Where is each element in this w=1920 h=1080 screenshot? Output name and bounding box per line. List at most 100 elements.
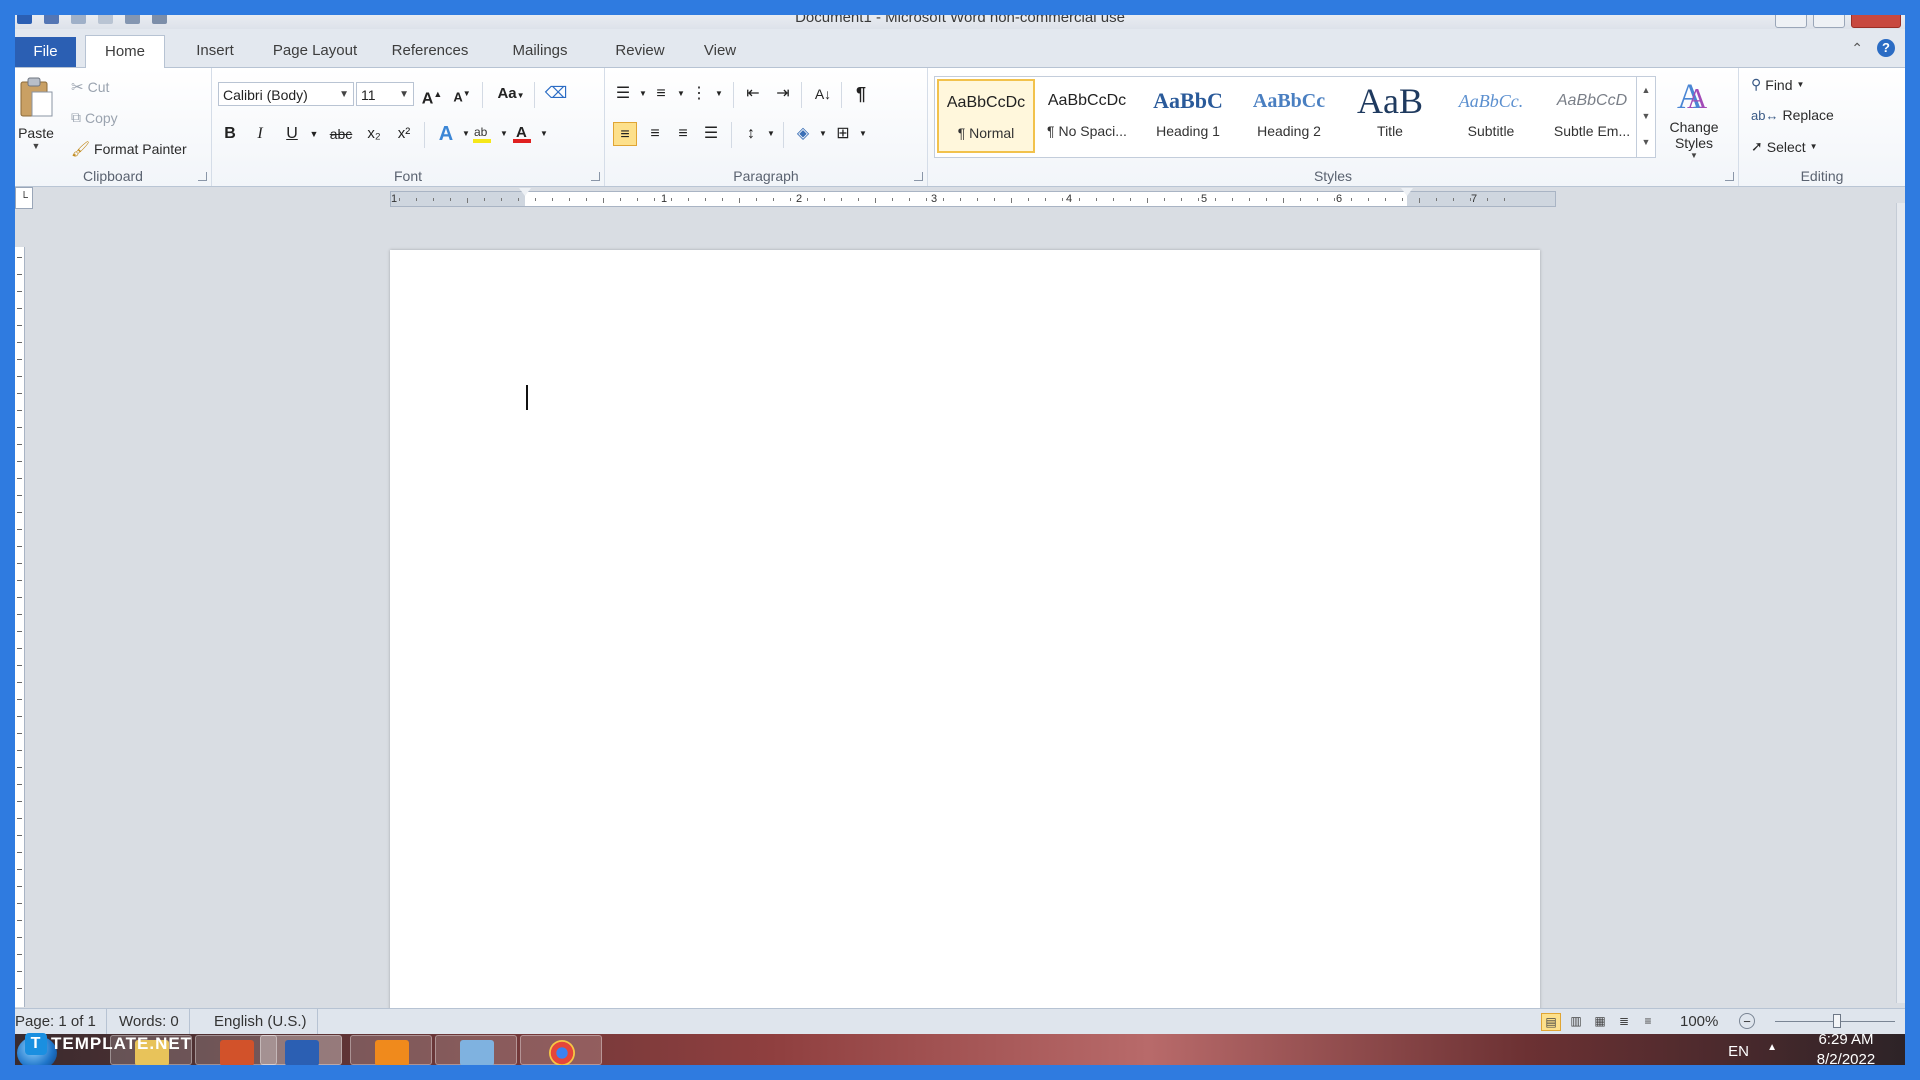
style-normal[interactable]: AaBbCcDc ¶ Normal [937,79,1035,153]
clock-time[interactable]: 6:29 AM [1801,1031,1891,1048]
align-left-icon[interactable]: ≡ [613,122,637,146]
close-button[interactable] [1851,15,1901,28]
change-case-button[interactable]: Aa▼ [492,82,530,106]
zoom-out-icon[interactable]: − [1739,1013,1755,1029]
decrease-indent-icon[interactable]: ⇤ [741,82,765,106]
language-tray[interactable]: EN [1728,1043,1749,1060]
style-title[interactable]: AaB Title [1341,79,1439,153]
format-painter-button[interactable]: 🖌 Format Painter [71,140,187,158]
clipboard-dialog-launcher[interactable] [198,172,207,181]
document-page[interactable] [390,250,1540,1010]
superscript-button[interactable]: x² [392,122,416,146]
show-formatting-marks-button[interactable]: ¶ [849,82,873,106]
maximize-button[interactable] [1813,15,1845,28]
tab-page-layout[interactable]: Page Layout [260,35,370,67]
minimize-button[interactable] [1775,15,1807,28]
scroll-down-icon[interactable]: ▼ [1637,103,1655,129]
font-color-dropdown-icon[interactable]: ▼ [532,122,556,146]
tab-selector[interactable]: └ [15,187,33,209]
font-size-select[interactable]: 11 ▼ [356,82,414,106]
align-right-icon[interactable]: ≡ [671,122,695,146]
select-label: Select [1766,138,1806,155]
style-heading-2[interactable]: AaBbCc Heading 2 [1240,79,1338,153]
minimize-ribbon-icon[interactable]: ⌃ [1851,40,1863,57]
tab-review[interactable]: Review [600,35,680,67]
cut-button[interactable]: ✂ Cut [71,78,109,96]
vertical-ruler-tick [17,920,22,921]
tab-file[interactable]: File [15,37,76,67]
style-subtitle[interactable]: AaBbCc. Subtitle [1442,79,1540,153]
vertical-ruler-tick [17,478,22,479]
tab-home[interactable]: Home [85,35,165,69]
chevron-down-icon: ▼ [339,89,349,100]
web-layout-icon[interactable]: ▦ [1591,1013,1609,1029]
align-center-icon[interactable]: ≡ [643,122,667,146]
language-indicator[interactable]: English (U.S.) [204,1009,318,1035]
taskbar-chrome[interactable] [520,1035,602,1065]
select-button[interactable]: ➚ Select ▼ [1751,138,1818,155]
separator [783,122,784,148]
horizontal-ruler[interactable]: 1 1 2 3 4 5 6 7 [390,188,1556,207]
print-layout-view-icon[interactable]: ▤ [1541,1013,1561,1031]
template-watermark: T TEMPLATE.NET [25,1033,192,1055]
subscript-button[interactable]: x₂ [362,122,386,146]
grow-font-button[interactable]: A▲ [420,82,444,107]
vertical-ruler-tick [17,682,22,683]
font-family-select[interactable]: Calibri (Body) ▼ [218,82,354,106]
taskbar-paint[interactable] [435,1035,517,1065]
styles-dialog-launcher[interactable] [1725,172,1734,181]
horizontal-ruler-area: └ 1 1 2 3 4 5 6 7 [15,187,1905,219]
replace-button[interactable]: ab↔ Replace [1751,107,1834,123]
zoom-level[interactable]: 100% [1680,1009,1718,1035]
first-line-indent-marker[interactable] [519,188,531,196]
style-subtle-emphasis[interactable]: AaBbCcD Subtle Em... [1543,79,1641,153]
paste-dropdown-icon[interactable]: ▼ [15,141,57,151]
tab-mailings[interactable]: Mailings [495,35,585,67]
increase-indent-icon[interactable]: ⇥ [771,82,795,106]
vertical-scrollbar[interactable] [1896,203,1905,1003]
borders-dropdown-icon[interactable]: ▼ [851,122,875,146]
find-button[interactable]: ⚲ Find ▼ [1751,76,1804,93]
paste-button[interactable]: Paste ▼ [15,76,57,162]
sort-icon[interactable]: A↓ [811,82,835,106]
shrink-font-button[interactable]: A▼ [450,82,474,106]
tab-references[interactable]: References [380,35,480,67]
styles-gallery: AaBbCcDc ¶ Normal AaBbCcDc ¶ No Spaci...… [934,76,1656,158]
zoom-slider-thumb[interactable] [1833,1014,1841,1028]
strikethrough-button[interactable]: abc [326,122,356,146]
paint-icon [460,1040,494,1065]
tab-insert[interactable]: Insert [175,35,255,67]
paragraph-dialog-launcher[interactable] [914,172,923,181]
change-styles-button[interactable]: A A Change Styles ▼ [1658,74,1730,160]
line-spacing-dropdown-icon[interactable]: ▼ [759,122,783,146]
page-count[interactable]: Page: 1 of 1 [15,1009,107,1035]
bold-button[interactable]: B [218,122,242,146]
clear-formatting-icon[interactable]: ⌫ [544,82,568,106]
justify-icon[interactable]: ☰ [699,122,723,146]
more-styles-icon[interactable]: ▼ [1637,129,1655,155]
highlight-color-button[interactable]: ab [470,122,494,146]
underline-dropdown-icon[interactable]: ▼ [302,122,326,146]
draft-view-icon[interactable]: ≡ [1639,1013,1657,1029]
style-no-spacing[interactable]: AaBbCcDc ¶ No Spaci... [1038,79,1136,153]
tab-view[interactable]: View [685,35,755,67]
outline-view-icon[interactable]: ≣ [1615,1013,1633,1029]
help-icon[interactable]: ? [1877,39,1895,57]
scroll-up-icon[interactable]: ▲ [1637,77,1655,103]
right-indent-marker[interactable] [1401,188,1413,196]
clock-date[interactable]: 8/2/2022 [1801,1051,1891,1065]
taskbar-word[interactable] [260,1035,342,1065]
copy-button[interactable]: ⧉ Copy [71,109,118,126]
font-dialog-launcher[interactable] [591,172,600,181]
ruler-number: 3 [931,193,938,205]
word-count[interactable]: Words: 0 [109,1009,190,1035]
taskbar-vlc[interactable] [350,1035,432,1065]
multilevel-dropdown-icon[interactable]: ▼ [707,82,731,106]
tray-expand-icon[interactable]: ▲ [1767,1042,1777,1053]
italic-button[interactable]: I [248,122,272,146]
style-heading-1[interactable]: AaBbC Heading 1 [1139,79,1237,153]
full-screen-reading-icon[interactable]: ▥ [1567,1013,1585,1029]
vertical-ruler[interactable] [15,247,25,1007]
font-color-button[interactable]: A [510,122,534,146]
underline-button[interactable]: U [280,122,304,146]
